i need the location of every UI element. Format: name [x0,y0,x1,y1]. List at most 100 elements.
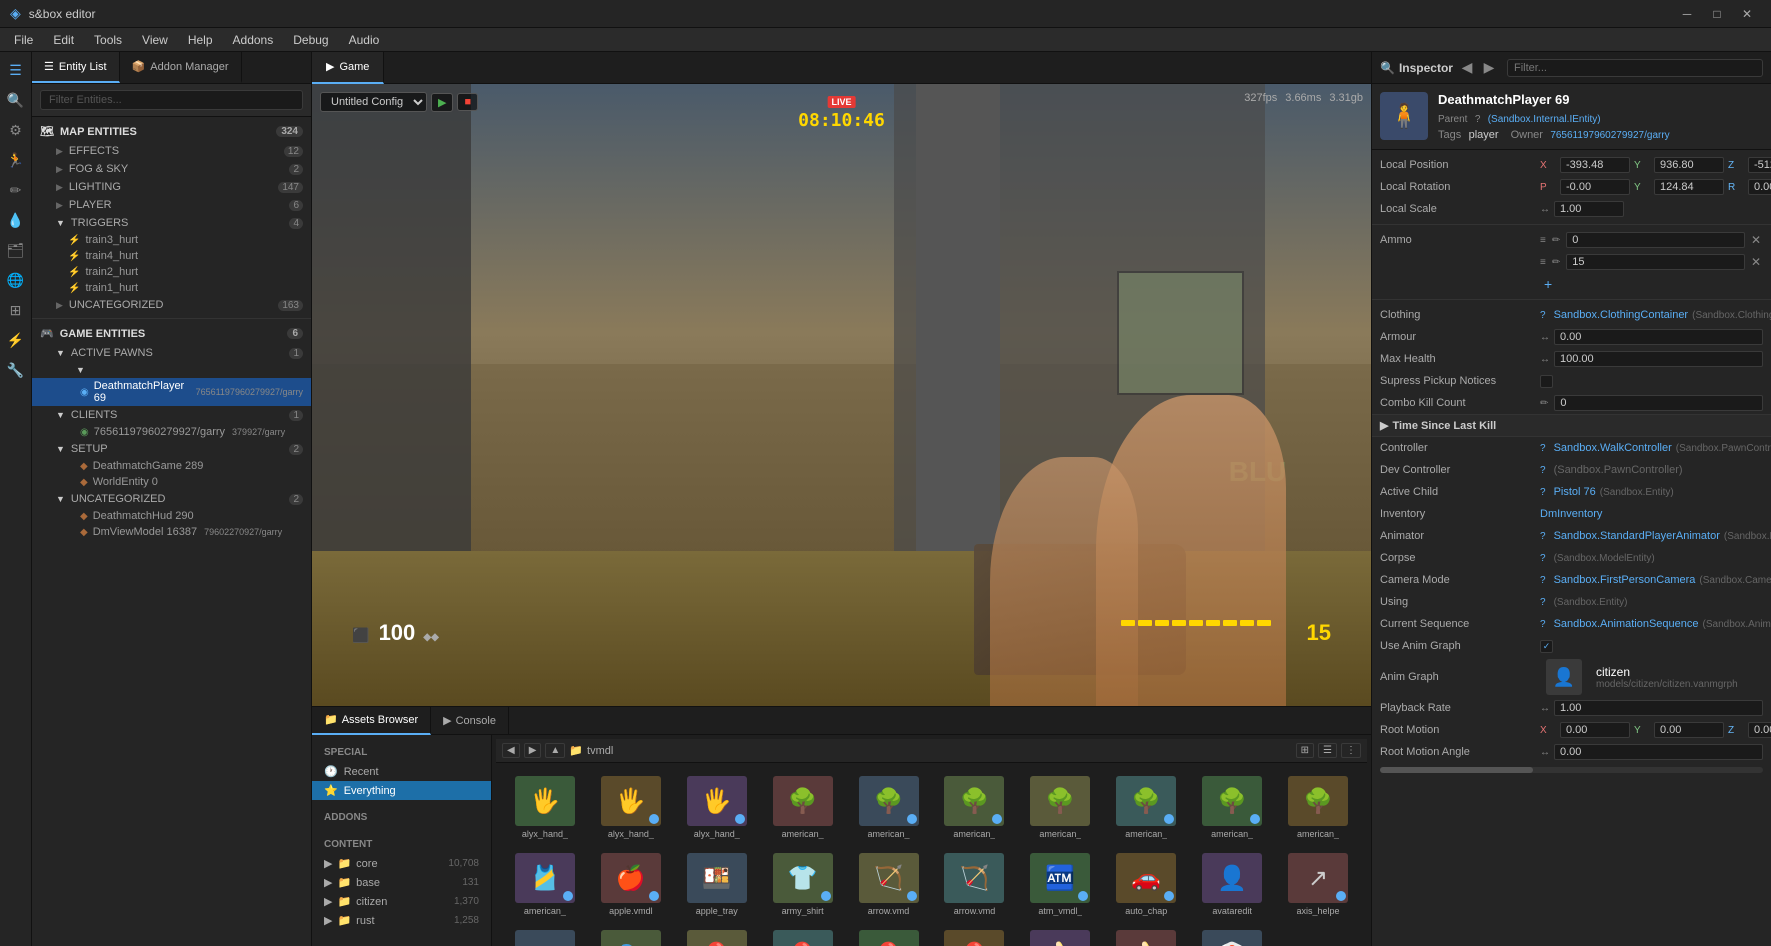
deathmatch-game-item[interactable]: ◆ DeathmatchGame 289 [32,458,311,474]
section-player[interactable]: ▶ PLAYER 6 [32,196,311,214]
menu-item-edit[interactable]: Edit [43,31,84,49]
ammo-add-button[interactable]: + [1540,276,1556,292]
menu-item-file[interactable]: File [4,31,43,49]
asset-grid-item[interactable]: 🍌banana_tr_ [1105,925,1187,946]
client-item[interactable]: ◉ 76561197960279927/garry 379927/garry [32,424,311,440]
assets-options-button[interactable]: ⋮ [1341,743,1361,758]
left-icon-folder[interactable]: 🗂 [2,236,30,264]
tab-console[interactable]: ▶ Console [431,707,509,735]
entity-search-input[interactable] [40,90,303,110]
animator-link[interactable]: Sandbox.StandardPlayerAnimator [1554,530,1720,542]
playback-rate-input[interactable] [1554,700,1763,716]
asset-grid-item[interactable]: 🎲barbodice_ [1191,925,1273,946]
asset-grid-item[interactable]: 🎽american_ [504,848,586,921]
asset-grid-item[interactable]: 🍎apple.vmdl [590,848,672,921]
section-lighting[interactable]: ▶ LIGHTING 147 [32,178,311,196]
menu-item-debug[interactable]: Debug [283,31,338,49]
asset-grid-item[interactable]: 🖐alyx_hand_ [590,771,672,844]
asset-grid-item[interactable]: 🌳american_ [1105,771,1187,844]
root-motion-angle-input[interactable] [1554,744,1763,760]
section-setup[interactable]: ▼ SETUP 2 [32,440,311,458]
deathmatch-hud-item[interactable]: ◆ DeathmatchHud 290 [32,508,311,524]
folder-rust[interactable]: ▶ 📁 rust 1,258 [312,911,491,930]
forward-button[interactable]: ▶ [524,743,542,758]
position-x-input[interactable] [1560,157,1630,173]
close-button[interactable]: ✕ [1733,3,1761,25]
asset-grid-item[interactable]: 🌳american_ [762,771,844,844]
active-pawn-expand[interactable]: ▼ [32,362,311,378]
asset-grid-item[interactable]: ↗axis_helpe [1277,848,1359,921]
left-icon-search[interactable]: 🔍 [2,86,30,114]
tab-game[interactable]: ▶ Game [312,52,384,84]
world-entity-item[interactable]: ◆ WorldEntity 0 [32,474,311,490]
asset-grid-item[interactable]: 🍱apple_tray [676,848,758,921]
asset-grid-item[interactable]: 🏹arrow.vmd [848,848,930,921]
dm-viewmodel-item[interactable]: ◆ DmViewModel 16387 79602270927/garry [32,524,311,540]
inspector-back-button[interactable]: ◀ [1457,58,1477,78]
asset-grid-item[interactable]: 🎈balloone_ [762,925,844,946]
asset-grid-item[interactable]: 🎭balaclav_ [590,925,672,946]
left-icon-grid[interactable]: ⊞ [2,296,30,324]
armour-input[interactable] [1554,329,1763,345]
minimize-button[interactable]: ─ [1673,3,1701,25]
active-child-link[interactable]: Pistol 76 [1554,486,1596,498]
inspector-scrollbar[interactable] [1380,767,1763,773]
ammo-clear-button[interactable]: ✕ [1749,233,1763,247]
left-icon-pencil[interactable]: ✏ [2,176,30,204]
asset-grid-item[interactable]: 🎈balloon_ [848,925,930,946]
asset-grid-item[interactable]: 🚗auto_chap [1105,848,1187,921]
asset-grid-item[interactable]: 🎈balloontail [934,925,1016,946]
menu-item-view[interactable]: View [132,31,178,49]
left-icon-settings[interactable]: ⚙ [2,116,30,144]
config-select[interactable]: Untitled Config [320,92,427,112]
rotation-y-input[interactable] [1654,179,1724,195]
asset-grid-item[interactable]: 🖐alyx_hand_ [676,771,758,844]
asset-grid-item[interactable]: 👕army_shirt [762,848,844,921]
camera-mode-link[interactable]: Sandbox.FirstPersonCamera [1554,574,1696,586]
ammo-input[interactable] [1566,232,1745,248]
asset-grid-item[interactable]: 🍌banana_vr_ [1019,925,1101,946]
stop-button[interactable]: ■ [457,93,478,111]
section-active-pawns[interactable]: ▼ ACTIVE PAWNS 1 [32,344,311,362]
asset-grid-item[interactable]: 🌳american_ [934,771,1016,844]
deathmatch-player-item[interactable]: ◉ DeathmatchPlayer 69 76561197960279927/… [32,378,311,406]
back-button[interactable]: ◀ [502,743,520,758]
section-fog-sky[interactable]: ▶ FOG & SKY 2 [32,160,311,178]
game-viewport[interactable]: BLU Untitled Config ▶ ■ [312,84,1371,706]
section-uncategorized-game[interactable]: ▼ UNCATEGORIZED 2 [32,490,311,508]
asset-grid-item[interactable]: 🌳american_ [1019,771,1101,844]
tab-entity-list[interactable]: ☰ Entity List [32,52,120,83]
asset-grid-item[interactable]: 🏧atm_vmdl_ [1019,848,1101,921]
position-y-input[interactable] [1654,157,1724,173]
inspector-forward-button[interactable]: ▶ [1479,58,1499,78]
folder-base[interactable]: ▶ 📁 base 131 [312,873,491,892]
left-icon-dropper[interactable]: 💧 [2,206,30,234]
asset-grid-item[interactable]: 🌳american_ [1277,771,1359,844]
tab-addon-manager[interactable]: 📦 Addon Manager [120,52,242,83]
trigger-train4[interactable]: ⚡ train4_hurt [32,248,311,264]
game-entities-header[interactable]: 🎮 GAME ENTITIES 6 [32,323,311,344]
section-uncategorized-map[interactable]: ▶ UNCATEGORIZED 163 [32,296,311,314]
controller-link[interactable]: Sandbox.WalkController [1554,442,1672,454]
position-z-input[interactable] [1748,157,1771,173]
folder-citizen[interactable]: ▶ 📁 citizen 1,370 [312,892,491,911]
ammo-2-clear-button[interactable]: ✕ [1749,255,1763,269]
left-icon-bolt[interactable]: ⚡ [2,326,30,354]
menu-item-tools[interactable]: Tools [84,31,132,49]
up-button[interactable]: ▲ [545,743,565,758]
menu-item-audio[interactable]: Audio [339,31,390,49]
map-entities-header[interactable]: 🗺 MAP ENTITIES 324 [32,121,311,142]
time-since-last-kill-fold[interactable]: ▶ Time Since Last Kill [1372,414,1771,437]
left-icon-player[interactable]: 🏃 [2,146,30,174]
current-sequence-link[interactable]: Sandbox.AnimationSequence [1554,618,1699,630]
rotation-r-input[interactable] [1748,179,1771,195]
asset-grid-item[interactable]: ↗axis_helpe [504,925,586,946]
asset-grid-item[interactable]: 🌳american_ [848,771,930,844]
menu-item-help[interactable]: Help [178,31,223,49]
root-motion-x-input[interactable] [1560,722,1630,738]
ammo-2-input[interactable] [1566,254,1745,270]
clothing-link[interactable]: Sandbox.ClothingContainer [1554,309,1689,321]
combo-kill-input[interactable] [1554,395,1763,411]
everything-item[interactable]: ⭐ Everything [312,781,491,800]
trigger-train1[interactable]: ⚡ train1_hurt [32,280,311,296]
